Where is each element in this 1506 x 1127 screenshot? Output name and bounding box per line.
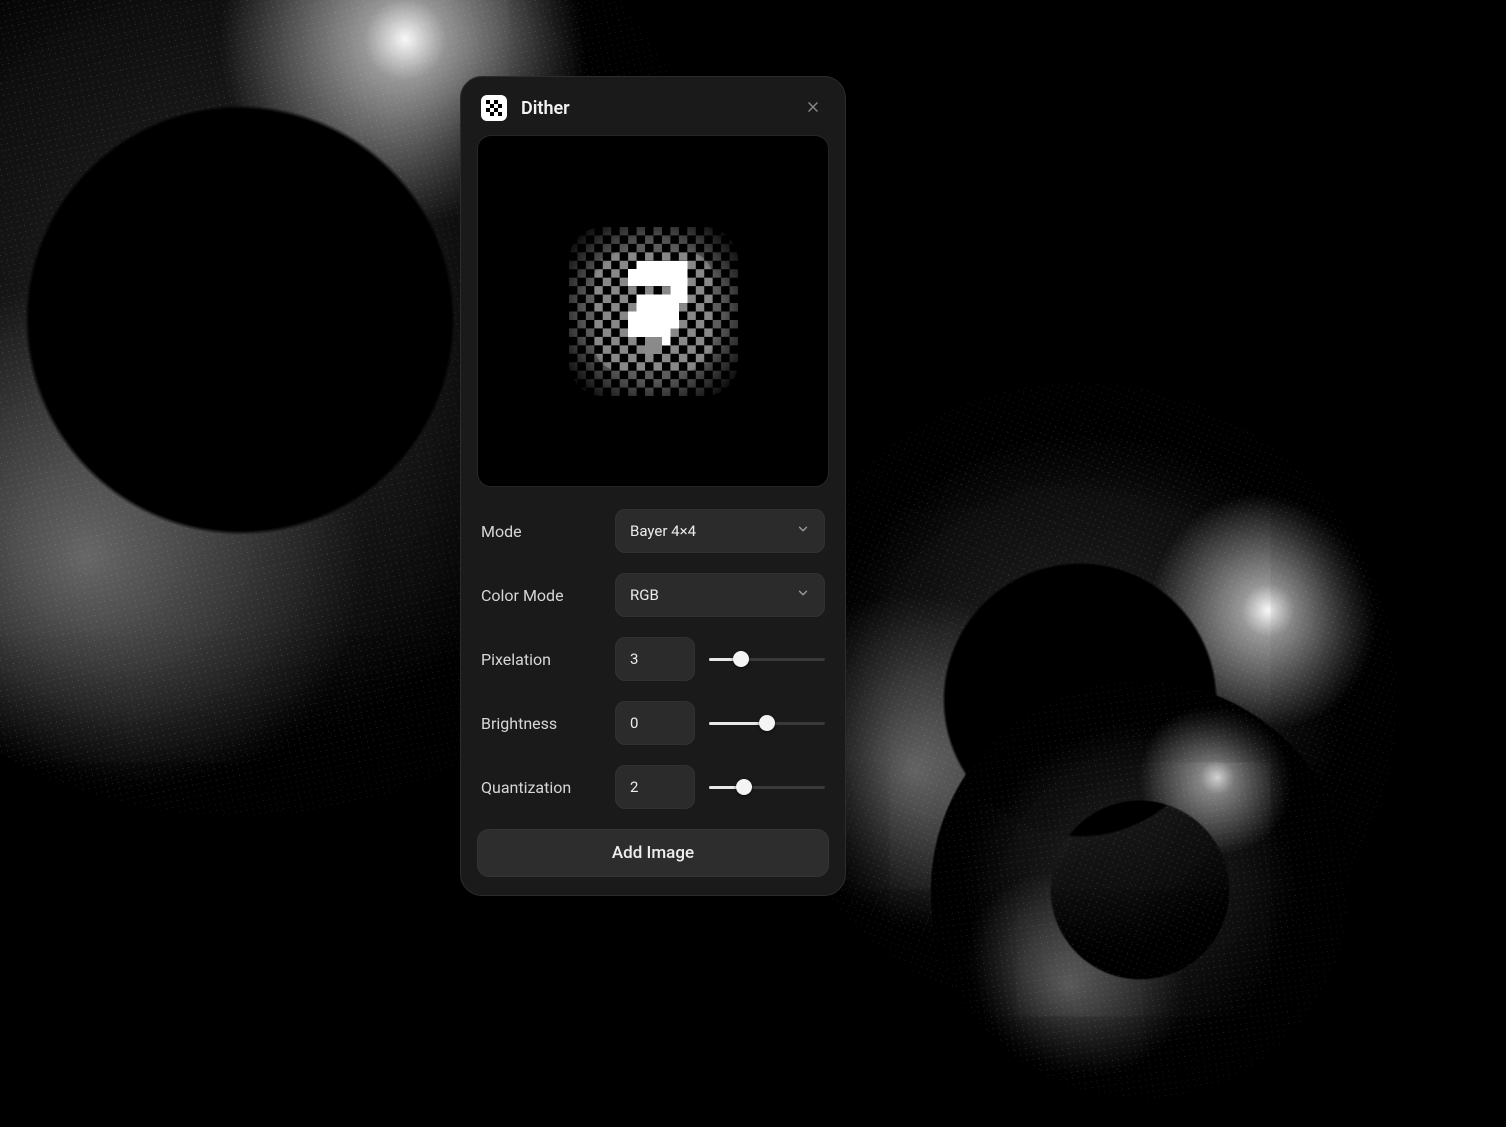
pixelation-value: 3 (630, 650, 638, 668)
brightness-slider[interactable] (709, 701, 825, 745)
add-image-button[interactable]: Add Image (477, 829, 829, 877)
close-button[interactable] (801, 96, 825, 120)
controls: Mode Bayer 4×4 Color Mode RGB Pixelation… (461, 487, 845, 827)
mode-row: Mode Bayer 4×4 (481, 509, 825, 553)
preview-wrap (461, 135, 845, 487)
panel-header: Dither (461, 77, 845, 135)
color-mode-value: RGB (630, 586, 659, 604)
pixelation-slider[interactable] (709, 637, 825, 681)
mode-value: Bayer 4×4 (630, 522, 696, 540)
chevron-down-icon (796, 586, 810, 604)
app-icon (481, 95, 507, 121)
quantization-slider[interactable] (709, 765, 825, 809)
close-icon (806, 99, 820, 118)
preview-canvas (477, 135, 829, 487)
dither-panel: Dither (460, 76, 846, 896)
brightness-row: Brightness 0 (481, 701, 825, 745)
panel-title: Dither (521, 98, 570, 119)
mode-label: Mode (481, 522, 601, 541)
preview-image (552, 210, 755, 413)
pixelation-input[interactable]: 3 (615, 637, 695, 681)
pixelation-label: Pixelation (481, 650, 601, 669)
brightness-label: Brightness (481, 714, 601, 733)
pixelation-row: Pixelation 3 (481, 637, 825, 681)
color-mode-select[interactable]: RGB (615, 573, 825, 617)
chevron-down-icon (796, 522, 810, 540)
quantization-input[interactable]: 2 (615, 765, 695, 809)
quantization-label: Quantization (481, 778, 601, 797)
quantization-value: 2 (630, 778, 638, 796)
brightness-input[interactable]: 0 (615, 701, 695, 745)
color-mode-row: Color Mode RGB (481, 573, 825, 617)
quantization-row: Quantization 2 (481, 765, 825, 809)
brightness-value: 0 (630, 714, 638, 732)
add-image-label: Add Image (612, 843, 694, 863)
mode-select[interactable]: Bayer 4×4 (615, 509, 825, 553)
color-mode-label: Color Mode (481, 586, 601, 605)
